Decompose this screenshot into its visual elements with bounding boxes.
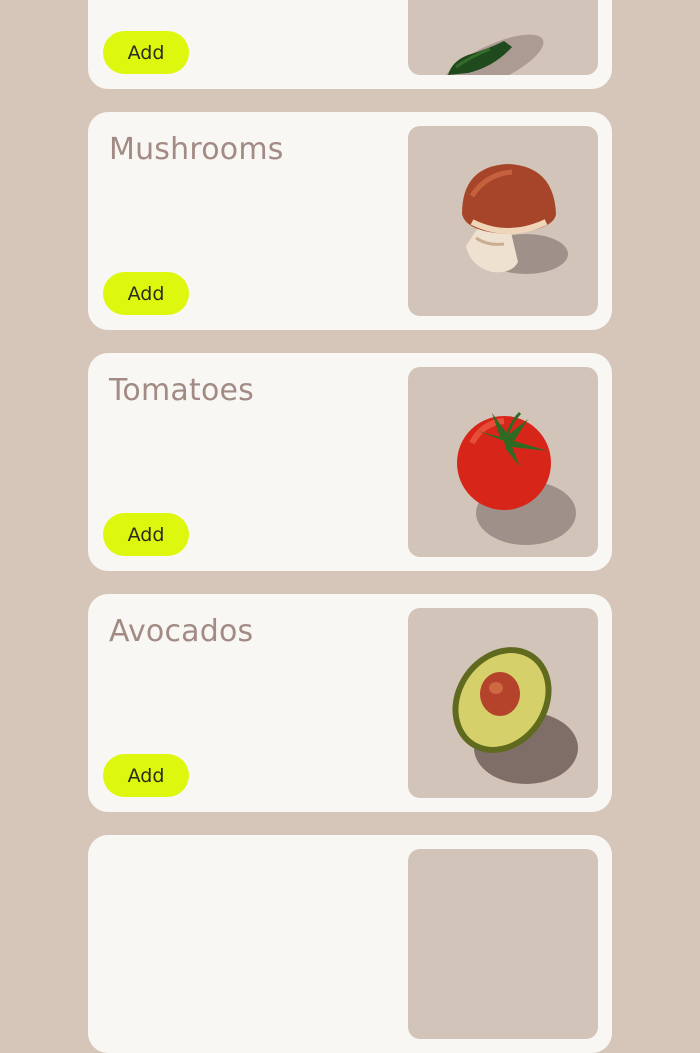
add-button[interactable]: Add <box>103 272 189 315</box>
avocado-image <box>408 608 598 798</box>
add-button[interactable]: Add <box>103 754 189 797</box>
product-card-tomatoes: Tomatoes Add <box>88 353 612 571</box>
product-title: Avocados <box>109 614 254 649</box>
tomato-image <box>408 367 598 557</box>
product-card-mushrooms: Mushrooms Add <box>88 112 612 330</box>
product-card-jalapeno: Add <box>88 0 612 89</box>
product-card-next <box>88 835 612 1053</box>
add-button[interactable]: Add <box>103 513 189 556</box>
jalapeno-image <box>408 0 598 75</box>
product-card-avocados: Avocados Add <box>88 594 612 812</box>
mushroom-image <box>408 126 598 316</box>
add-button[interactable]: Add <box>103 31 189 74</box>
product-title: Tomatoes <box>109 373 254 408</box>
product-image <box>408 849 598 1039</box>
product-title: Mushrooms <box>109 132 284 167</box>
